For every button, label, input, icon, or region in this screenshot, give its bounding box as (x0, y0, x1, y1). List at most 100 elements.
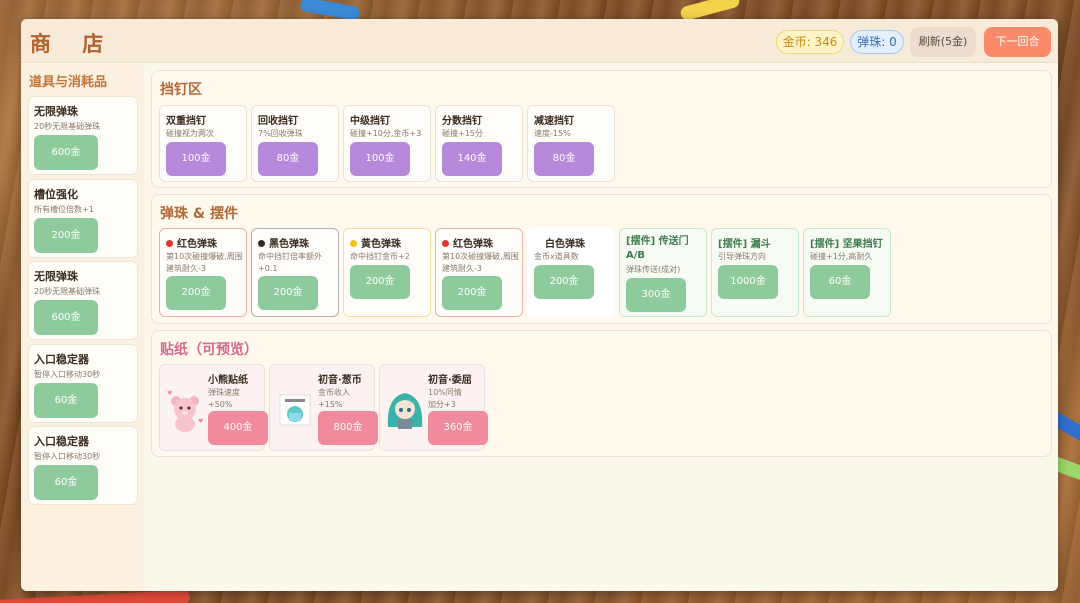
peg-card: 回收挡钉 7%回收弹珠 80金 (251, 105, 339, 182)
yellow-dot-icon (350, 240, 357, 247)
buy-button[interactable]: 60金 (34, 465, 98, 500)
refresh-button[interactable]: 刷新(5金) (910, 27, 976, 57)
balls-section: 弹珠 & 摆件 红色弹珠 第10次碰撞爆破,周围建筑耐久-3 200金 黑色弹珠… (151, 194, 1052, 324)
buy-button[interactable]: 200金 (350, 265, 410, 299)
buy-button[interactable]: 200金 (442, 276, 502, 310)
item-name: [摆件] 漏斗 (718, 239, 771, 250)
item-desc: 所有槽位倍数+1 (34, 205, 94, 214)
ball-card: 黑色弹珠 命中挡钉倍率额外+0.1 200金 (251, 228, 339, 317)
item-desc: 碰撞视为两次 (166, 129, 214, 138)
buy-button[interactable]: 360金 (428, 411, 488, 445)
crayon-decoration (0, 589, 191, 603)
item-card: 槽位强化 所有槽位倍数+1 200金 (28, 179, 138, 258)
section-title: 挡钉区 (160, 82, 202, 98)
buy-button[interactable]: 300金 (626, 278, 686, 312)
red-dot-icon (442, 240, 449, 247)
buy-button[interactable]: 140金 (442, 142, 502, 176)
peg-card: 中级挡钉 碰撞+10分,金币+3 100金 (343, 105, 431, 182)
item-name: 小熊贴纸 (208, 375, 248, 386)
sidebar-title: 道具与消耗品 (29, 75, 108, 90)
item-desc: 碰撞+1分,高耐久 (810, 252, 873, 261)
buy-button[interactable]: 100金 (350, 142, 410, 176)
coin-counter: 金币: 346 (776, 30, 844, 54)
shop-header: 商 店 金币: 346 弹珠: 0 刷新(5金) 下一回合 (21, 19, 1058, 63)
item-desc: 金币x道具数 (534, 252, 579, 261)
item-name: 入口稳定器 (34, 435, 89, 448)
sticker-card: 初音·葱币 金币收入+15% 800金 (269, 364, 378, 451)
buy-button[interactable]: 80金 (258, 142, 318, 176)
sidebar: 道具与消耗品 无限弹珠 20秒无限基础弹珠 600金 槽位强化 所有槽位倍数+1… (21, 64, 144, 591)
item-desc: 10%同情加分+3 (428, 388, 462, 409)
buy-button[interactable]: 60金 (34, 383, 98, 418)
bear-sticker-icon: ♥ ♥ (164, 387, 206, 433)
peg-card: 双重挡钉 碰撞视为两次 100金 (159, 105, 247, 182)
next-round-button[interactable]: 下一回合 (984, 27, 1051, 57)
item-name: 回收挡钉 (258, 116, 298, 127)
decoration-card: [摆件] 传送门A/B 弹珠传送(成对) 300金 (619, 228, 707, 317)
item-name: 分数挡钉 (442, 116, 482, 127)
item-name: 中级挡钉 (350, 116, 390, 127)
buy-button[interactable]: 200金 (34, 218, 98, 253)
sticker-card: ♥ ♥ 小熊贴纸 弹珠速度+50% 400金 (159, 364, 268, 451)
buy-button[interactable]: 600金 (34, 135, 98, 170)
svg-text:♥: ♥ (198, 418, 203, 425)
page-title: 商 店 (30, 32, 116, 56)
buy-button[interactable]: 400金 (208, 411, 268, 445)
shop-panel: 商 店 金币: 346 弹珠: 0 刷新(5金) 下一回合 道具与消耗品 无限弹… (21, 19, 1058, 591)
item-desc: 金币收入+15% (318, 388, 350, 409)
item-desc: 第10次碰撞爆破,周围建筑耐久-3 (442, 252, 519, 273)
peg-card: 分数挡钉 碰撞+15分 140金 (435, 105, 523, 182)
buy-button[interactable]: 60金 (810, 265, 870, 299)
ball-card: 红色弹珠 第10次碰撞爆破,周围建筑耐久-3 200金 (435, 228, 523, 317)
item-name: [摆件] 传送门A/B (626, 236, 689, 261)
item-name: 白色弹珠 (534, 235, 585, 250)
pegs-section: 挡钉区 双重挡钉 碰撞视为两次 100金 回收挡钉 7%回收弹珠 80金 中级挡… (151, 70, 1052, 188)
item-card: 无限弹珠 20秒无限基础弹珠 600金 (28, 96, 138, 175)
crayon-decoration (299, 0, 361, 22)
item-name-text: 黑色弹珠 (269, 239, 309, 250)
item-name: 入口稳定器 (34, 353, 89, 366)
item-name: 黄色弹珠 (350, 235, 401, 250)
peg-card: 减速挡钉 速度-15% 80金 (527, 105, 615, 182)
miku-sad-sticker-icon (384, 387, 426, 433)
item-desc: 命中挡钉倍率额外+0.1 (258, 252, 322, 273)
white-dot-icon (534, 240, 541, 247)
buy-button[interactable]: 600金 (34, 300, 98, 335)
buy-button[interactable]: 200金 (258, 276, 318, 310)
sticker-card: 初音·委屈 10%同情加分+3 360金 (379, 364, 488, 451)
item-desc: 20秒无限基础弹珠 (34, 122, 101, 131)
section-title: 贴纸（可预览） (160, 342, 258, 358)
stickers-section: 贴纸（可预览） ♥ ♥ 小熊贴纸 弹珠速度+50% 400金 初音·葱币 金币收… (151, 330, 1052, 457)
item-name: 红色弹珠 (442, 235, 493, 250)
item-name-text: 红色弹珠 (453, 239, 493, 250)
item-desc: 第10次碰撞爆破,周围建筑耐久-3 (166, 252, 243, 273)
item-desc: 碰撞+10分,金币+3 (350, 129, 422, 138)
item-desc: 命中挡钉金币+2 (350, 252, 410, 261)
buy-button[interactable]: 200金 (534, 265, 594, 299)
item-name-text: 白色弹珠 (545, 239, 585, 250)
item-desc: 7%回收弹珠 (258, 129, 303, 138)
ball-card: 黄色弹珠 命中挡钉金币+2 200金 (343, 228, 431, 317)
decoration-card: [摆件] 漏斗 引导弹珠方向 1000金 (711, 228, 799, 317)
buy-button[interactable]: 100金 (166, 142, 226, 176)
item-desc: 引导弹珠方向 (718, 252, 766, 261)
decoration-card: [摆件] 坚果挡钉 碰撞+1分,高耐久 60金 (803, 228, 891, 317)
buy-button[interactable]: 80金 (534, 142, 594, 176)
item-desc: 暂停入口移动30秒 (34, 370, 101, 379)
miku-coin-sticker-icon (274, 387, 316, 433)
buy-button[interactable]: 1000金 (718, 265, 778, 299)
item-name: [摆件] 坚果挡钉 (810, 239, 883, 250)
item-name: 红色弹珠 (166, 235, 217, 250)
item-name-text: 红色弹珠 (177, 239, 217, 250)
item-desc: 弹珠传送(成对) (626, 265, 681, 274)
buy-button[interactable]: 200金 (166, 276, 226, 310)
red-dot-icon (166, 240, 173, 247)
item-desc: 弹珠速度+50% (208, 388, 240, 409)
item-desc: 20秒无限基础弹珠 (34, 287, 101, 296)
item-card: 无限弹珠 20秒无限基础弹珠 600金 (28, 261, 138, 340)
buy-button[interactable]: 800金 (318, 411, 378, 445)
section-title: 弹珠 & 摆件 (160, 206, 238, 222)
item-name: 双重挡钉 (166, 116, 206, 127)
item-name: 初音·委屈 (428, 375, 472, 386)
item-desc: 暂停入口移动30秒 (34, 452, 101, 461)
